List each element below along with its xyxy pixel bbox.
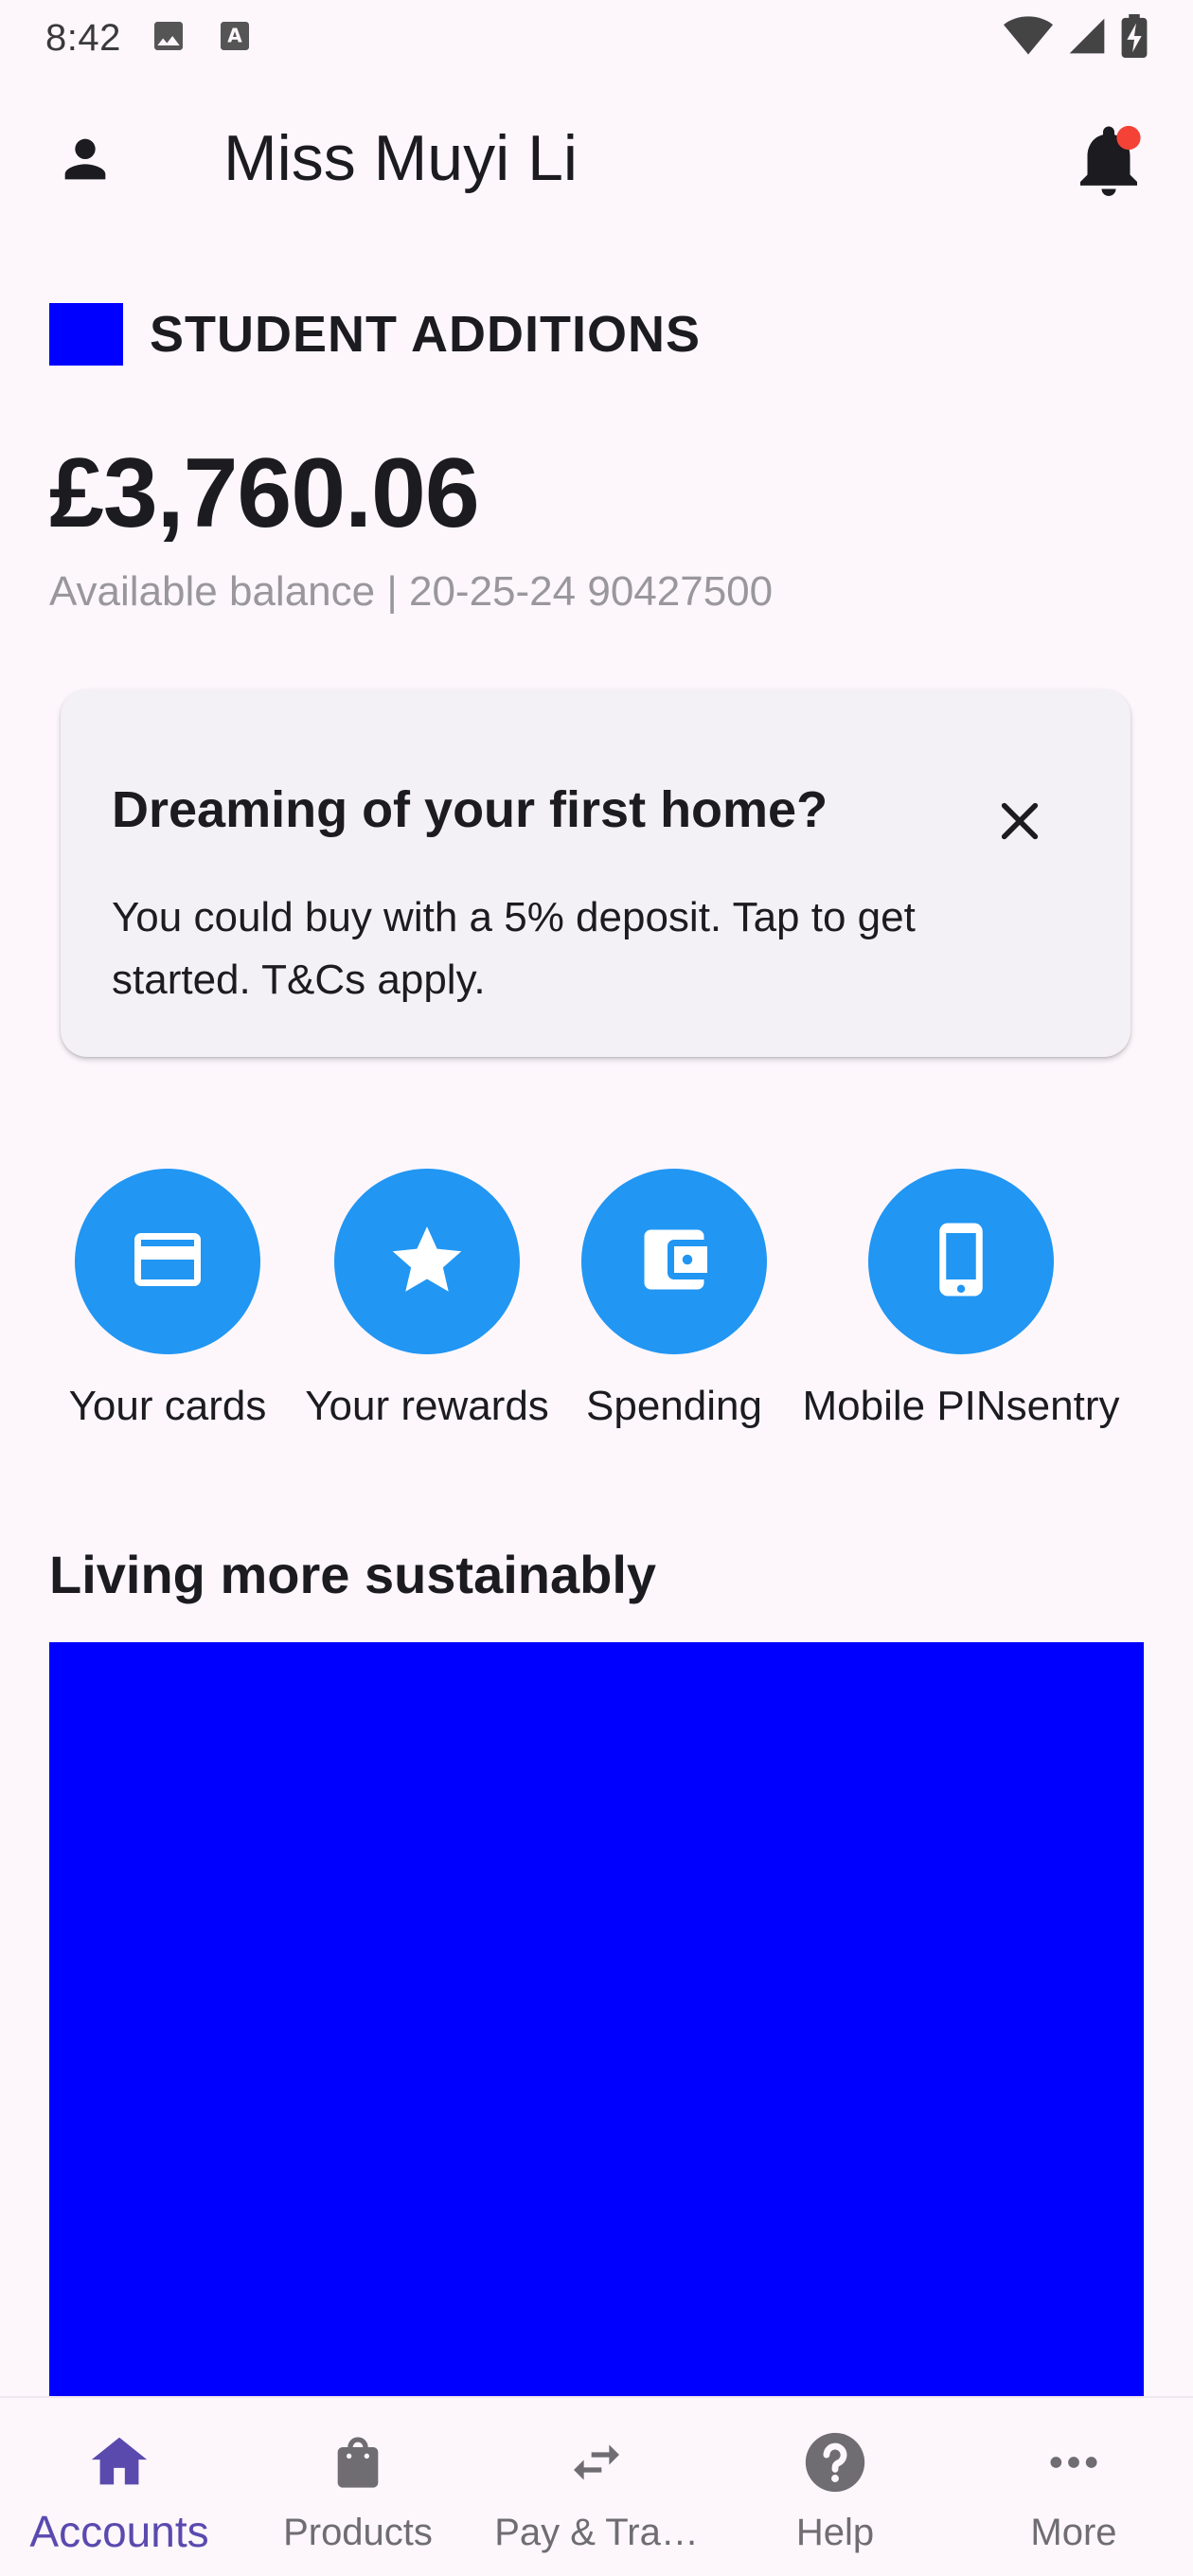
quick-action-your-cards[interactable]: Your cards [51,1169,284,1430]
user-name: Miss Muyi Li [223,122,579,194]
battery-charging-icon [1121,13,1148,63]
quick-action-label: Mobile PINsentry [802,1383,1120,1429]
status-left: 8:42 A [45,17,254,60]
home-icon [83,2426,155,2498]
more-horizontal-icon [1038,2426,1110,2498]
shopping-bag-icon [322,2426,394,2498]
status-right [1004,13,1148,63]
close-icon [993,795,1046,852]
profile-button[interactable] [49,125,121,197]
quick-action-circle [75,1169,260,1354]
star-icon [385,1218,469,1306]
quick-action-circle [868,1169,1054,1354]
help-icon [799,2426,871,2498]
quick-action-circle [334,1169,520,1354]
smartphone-icon [921,1220,1001,1304]
nav-item-help[interactable]: Help [716,2398,954,2576]
notifications-button[interactable] [1066,121,1151,206]
account-color-swatch [49,303,123,366]
account-balance: £3,760.06 [49,438,480,548]
app-header: Miss Muyi Li [0,104,1193,218]
quick-action-circle [581,1169,767,1354]
bell-icon [1075,124,1143,205]
nav-label: More [1030,2512,1117,2553]
wifi-icon [1004,15,1053,62]
account-details: Available balance | 20-25-24 90427500 [49,568,774,615]
quick-action-label: Your cards [68,1383,267,1429]
quick-action-label: Your rewards [305,1383,549,1429]
wallet-icon [634,1220,714,1304]
signal-icon [1066,15,1108,62]
nav-item-pay-transfer[interactable]: Pay & Tra… [477,2398,716,2576]
bottom-navigation: Accounts Products Pay & Tra… Help More [0,2396,1193,2576]
nav-item-accounts[interactable]: Accounts [0,2398,239,2576]
nav-item-products[interactable]: Products [239,2398,477,2576]
account-name: STUDENT ADDITIONS [150,306,701,363]
nav-label: Help [795,2512,875,2553]
account-title-row[interactable]: STUDENT ADDITIONS [49,303,701,366]
quick-action-spending[interactable]: Spending [574,1169,775,1430]
nav-label: Accounts [29,2507,209,2556]
credit-card-icon [128,1220,207,1304]
first-home-promo-card[interactable]: Dreaming of your first home? You could b… [61,689,1131,1057]
a-icon: A [216,17,254,60]
nav-label: Pay & Tra… [494,2512,699,2553]
promo-body: You could buy with a 5% deposit. Tap to … [112,894,916,1003]
status-bar: 8:42 A [0,0,1193,76]
nav-label: Products [283,2512,433,2553]
promo-close-button[interactable] [977,780,1062,866]
image-icon [150,17,187,60]
section-title: Living more sustainably [49,1545,657,1604]
svg-text:A: A [227,24,242,46]
quick-action-label: Spending [586,1383,762,1429]
status-time: 8:42 [45,16,121,59]
promo-title: Dreaming of your first home? [112,781,828,838]
swap-arrows-icon [561,2426,632,2498]
quick-action-your-rewards[interactable]: Your rewards [295,1169,559,1430]
person-icon [55,129,116,194]
nav-item-more[interactable]: More [954,2398,1193,2576]
quick-action-mobile-pinsentry[interactable]: Mobile PINsentry [790,1169,1132,1430]
sustainability-banner-image[interactable] [49,1642,1144,2400]
